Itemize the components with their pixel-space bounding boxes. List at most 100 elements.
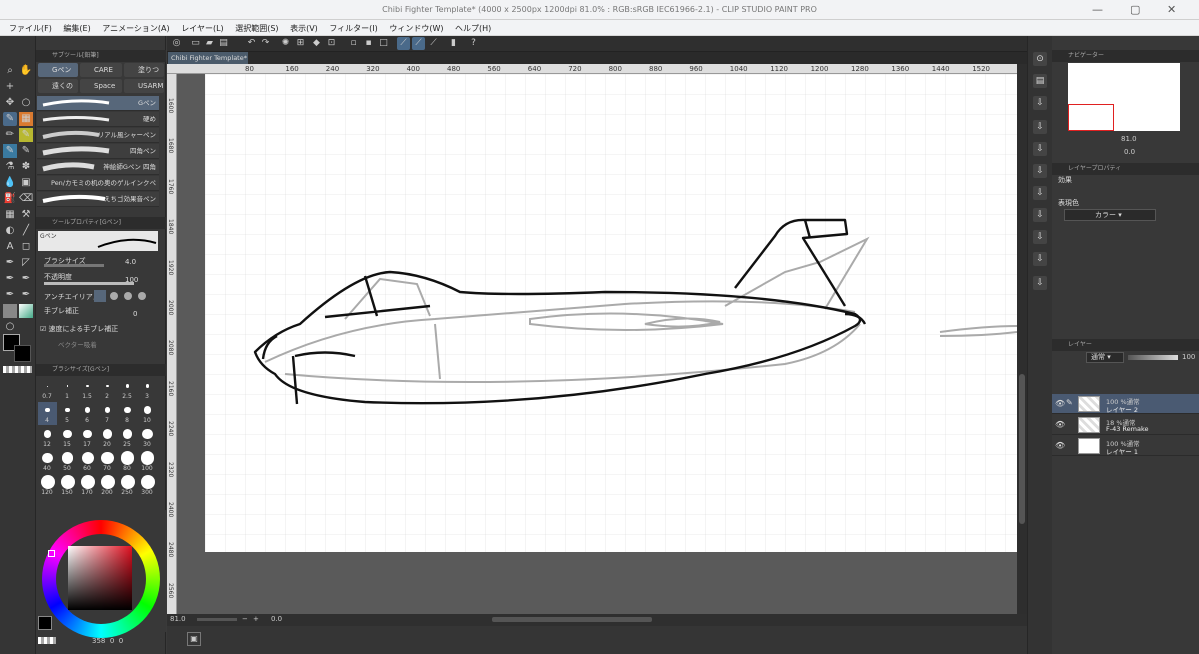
blend-icon[interactable]: 💧 xyxy=(3,176,17,190)
material8-icon[interactable]: ⇩ xyxy=(1033,230,1047,244)
status-zoom[interactable]: 81.0 xyxy=(170,615,186,623)
border-icon[interactable]: □ xyxy=(377,37,390,50)
gradient-icon[interactable]: ◐ xyxy=(3,224,17,238)
material7-icon[interactable]: ⇩ xyxy=(1033,208,1047,222)
brush-size-cell[interactable]: 0.7 xyxy=(38,378,57,401)
undo-icon[interactable]: ↶ xyxy=(245,37,258,50)
brush-size-cell[interactable]: 1 xyxy=(58,378,77,401)
hue-marker[interactable] xyxy=(48,550,55,557)
horizontal-scroll-thumb[interactable] xyxy=(492,617,652,622)
menu-file[interactable]: ファイル(F) xyxy=(9,23,52,34)
transparent-swatch[interactable] xyxy=(3,366,32,373)
vertical-scroll-thumb[interactable] xyxy=(1019,374,1025,524)
invert-selection-icon[interactable]: ▪ xyxy=(362,37,375,50)
blend-mode-select[interactable]: 通常 ▾ xyxy=(1086,352,1124,363)
redo-icon[interactable]: ↷ xyxy=(259,37,272,50)
drawing-canvas[interactable] xyxy=(205,74,1017,552)
open-file-icon[interactable]: ▰ xyxy=(203,37,216,50)
brush-size-cell[interactable]: 2 xyxy=(98,378,117,401)
layer-row[interactable]: 👁 ✎ 100 %通常 レイヤー 2 xyxy=(1052,394,1199,414)
layer-opacity-slider[interactable] xyxy=(1128,355,1178,360)
menu-window[interactable]: ウィンドウ(W) xyxy=(389,23,443,34)
correct-line-icon[interactable]: ✒ xyxy=(3,256,17,270)
material3-icon[interactable]: ⇩ xyxy=(1033,120,1047,134)
menu-edit[interactable]: 編集(E) xyxy=(63,23,90,34)
gradient-swatch-icon[interactable] xyxy=(19,304,33,318)
minimize-icon[interactable]: — xyxy=(1092,3,1103,16)
expression-color-select[interactable]: カラー ▾ xyxy=(1064,209,1156,221)
brush-item-master-gpen[interactable]: 神絵師Gペン 四角 xyxy=(37,160,159,175)
decoration-icon[interactable]: ✽ xyxy=(19,160,33,174)
pen3-icon[interactable]: ✒ xyxy=(19,288,33,302)
pattern-icon[interactable]: ▦ xyxy=(19,112,33,126)
speech-icon[interactable]: ○ xyxy=(3,320,17,334)
navigator-icon[interactable]: ⊙ xyxy=(1033,52,1047,66)
navigator-viewport[interactable] xyxy=(1068,104,1114,131)
edit-line-icon[interactable]: ◸ xyxy=(19,256,33,270)
menu-filter[interactable]: フィルター(I) xyxy=(329,23,377,34)
figure-icon[interactable]: ▣ xyxy=(19,176,33,190)
zoom-in-icon[interactable]: + xyxy=(253,615,259,623)
line-icon[interactable]: ╱ xyxy=(19,224,33,238)
eye-icon[interactable]: 👁 xyxy=(1055,420,1065,429)
pen2-icon[interactable]: ✒ xyxy=(3,288,17,302)
sub-color-swatch[interactable] xyxy=(14,345,31,362)
sub-tab-gpen[interactable]: Gペン xyxy=(38,63,78,77)
clip-studio-icon[interactable]: ◎ xyxy=(170,37,183,50)
maximize-icon[interactable]: ▢ xyxy=(1130,3,1140,16)
sub-tab-fill[interactable]: 塗りつ xyxy=(124,63,164,77)
help-icon[interactable]: ? xyxy=(467,37,480,50)
dropper-icon[interactable]: ⚗ xyxy=(3,160,17,174)
clear-icon[interactable]: ⊞ xyxy=(294,37,307,50)
layer-opacity-value[interactable]: 100 xyxy=(1182,353,1195,361)
fill-icon[interactable]: ◆ xyxy=(310,37,323,50)
brush-size-cell[interactable]: 250 xyxy=(118,474,137,497)
stabilization-value[interactable]: 0 xyxy=(133,310,137,318)
brush-size-slider[interactable] xyxy=(44,264,104,267)
status-angle[interactable]: 0.0 xyxy=(271,615,282,623)
brush-icon[interactable]: ✎ xyxy=(3,144,17,158)
brush-size-cell[interactable]: 150 xyxy=(58,474,77,497)
eye-icon[interactable]: 👁 xyxy=(1055,441,1065,450)
material10-icon[interactable]: ⇩ xyxy=(1033,276,1047,290)
opacity-value[interactable]: 100 xyxy=(125,276,138,284)
speed-stab-checkbox[interactable]: ☑ 速度による手ブレ補正 xyxy=(40,324,118,334)
sub-tab-space[interactable]: Space xyxy=(80,79,122,93)
brush-item-real-pencil[interactable]: リアル風シャーペン xyxy=(37,128,159,143)
brush-size-cell[interactable]: 120 xyxy=(38,474,57,497)
brush-size-cell[interactable]: 40 xyxy=(38,450,57,473)
fill-bucket-icon[interactable]: ⛽ xyxy=(3,192,17,206)
zoom-out-icon[interactable]: − xyxy=(242,615,248,623)
material4-icon[interactable]: ⇩ xyxy=(1033,142,1047,156)
document-tab[interactable]: Chibi Fighter Template* × xyxy=(168,52,248,74)
brush-size-value[interactable]: 4.0 xyxy=(125,258,136,266)
antialias-weak[interactable] xyxy=(110,292,118,300)
close-icon[interactable]: ✕ xyxy=(1167,3,1176,16)
material6-icon[interactable]: ⇩ xyxy=(1033,186,1047,200)
menu-help[interactable]: ヘルプ(H) xyxy=(455,23,491,34)
brush-size-cell[interactable]: 60 xyxy=(78,450,97,473)
antialias-none[interactable] xyxy=(94,290,106,302)
material2-icon[interactable]: ⇩ xyxy=(1033,96,1047,110)
transform-icon[interactable]: ⊡ xyxy=(325,37,338,50)
zoom-slider[interactable] xyxy=(197,618,237,621)
saturation-value-square[interactable] xyxy=(68,546,132,610)
brush-size-cell[interactable]: 1.5 xyxy=(78,378,97,401)
brush-size-cell[interactable]: 30 xyxy=(138,426,157,449)
timeline-icon[interactable]: ▣ xyxy=(187,632,201,646)
menu-view[interactable]: 表示(V) xyxy=(290,23,318,34)
brush-size-cell[interactable]: 2.5 xyxy=(118,378,137,401)
vector-icon[interactable]: ✒ xyxy=(3,272,17,286)
menu-animation[interactable]: アニメーション(A) xyxy=(102,23,169,34)
device-icon[interactable]: ▮ xyxy=(447,37,460,50)
brush-size-cell[interactable]: 10 xyxy=(138,402,157,425)
antialias-mid[interactable] xyxy=(124,292,132,300)
loading-icon[interactable]: ✺ xyxy=(279,37,292,50)
brush-item-hard[interactable]: 硬め xyxy=(37,112,159,127)
brush-size-cell[interactable]: 6 xyxy=(78,402,97,425)
brush-size-cell[interactable]: 17 xyxy=(78,426,97,449)
material9-icon[interactable]: ⇩ xyxy=(1033,252,1047,266)
brush-item-square[interactable]: 四角ペン xyxy=(37,144,159,159)
brush-size-cell[interactable]: 100 xyxy=(138,450,157,473)
move-icon[interactable]: ✥ xyxy=(3,96,17,110)
